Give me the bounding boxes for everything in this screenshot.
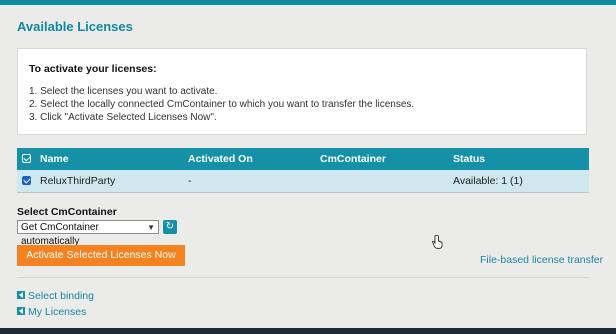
instructions-heading: To activate your licenses:: [29, 63, 157, 75]
checkmark-icon: [22, 153, 31, 163]
licenses-table: Name Activated On CmContainer Status Rel…: [17, 148, 589, 193]
bottom-bar: [0, 328, 616, 334]
file-based-transfer-link[interactable]: File-based license transfer: [480, 254, 603, 266]
cmcontainer-select-value: Get CmContainer automatically: [21, 222, 99, 247]
column-header-cmcontainer[interactable]: CmContainer: [320, 148, 386, 170]
select-binding-label: Select binding: [28, 290, 94, 302]
select-cmcontainer-label: Select CmContainer: [17, 206, 117, 218]
top-accent-bar: [0, 0, 616, 5]
instruction-step: 1. Select the licenses you want to activ…: [29, 86, 218, 97]
table-row[interactable]: ReluxThirdParty - Available: 1 (1): [17, 170, 589, 193]
instruction-step: 2. Select the locally connected CmContai…: [29, 99, 415, 110]
cmcontainer-select-group: Get CmContainer automatically ▼ ↻: [17, 220, 177, 247]
my-licenses-link[interactable]: My Licenses: [17, 306, 86, 318]
column-header-activated-on[interactable]: Activated On: [188, 148, 253, 170]
select-binding-link[interactable]: Select binding: [17, 290, 94, 302]
hand-cursor-icon: [432, 235, 443, 249]
column-header-name[interactable]: Name: [40, 148, 69, 170]
refresh-button[interactable]: ↻: [163, 220, 177, 234]
back-arrow-icon: [17, 291, 25, 300]
chevron-down-icon: ▼: [147, 223, 155, 232]
page-title: Available Licenses: [17, 19, 133, 34]
back-arrow-icon: [17, 307, 25, 316]
refresh-icon: ↻: [165, 221, 175, 232]
column-header-status[interactable]: Status: [453, 148, 485, 170]
license-activated-on: -: [188, 175, 192, 187]
license-status: Available: 1 (1): [453, 175, 523, 187]
instructions-list: 1. Select the licenses you want to activ…: [29, 85, 414, 124]
row-checkbox[interactable]: [22, 170, 31, 192]
table-header: Name Activated On CmContainer Status: [17, 148, 589, 170]
cmcontainer-select[interactable]: Get CmContainer automatically ▼: [17, 220, 159, 247]
divider: [17, 277, 589, 278]
select-all-checkbox[interactable]: [22, 148, 31, 170]
instruction-step: 3. Click "Activate Selected Licenses Now…: [29, 112, 217, 123]
instructions-panel: To activate your licenses: 1. Select the…: [17, 48, 587, 135]
checkmark-icon: [22, 175, 31, 185]
activate-licenses-button[interactable]: Activate Selected Licenses Now: [17, 245, 185, 266]
license-name: ReluxThirdParty: [40, 175, 116, 187]
my-licenses-label: My Licenses: [28, 306, 87, 318]
